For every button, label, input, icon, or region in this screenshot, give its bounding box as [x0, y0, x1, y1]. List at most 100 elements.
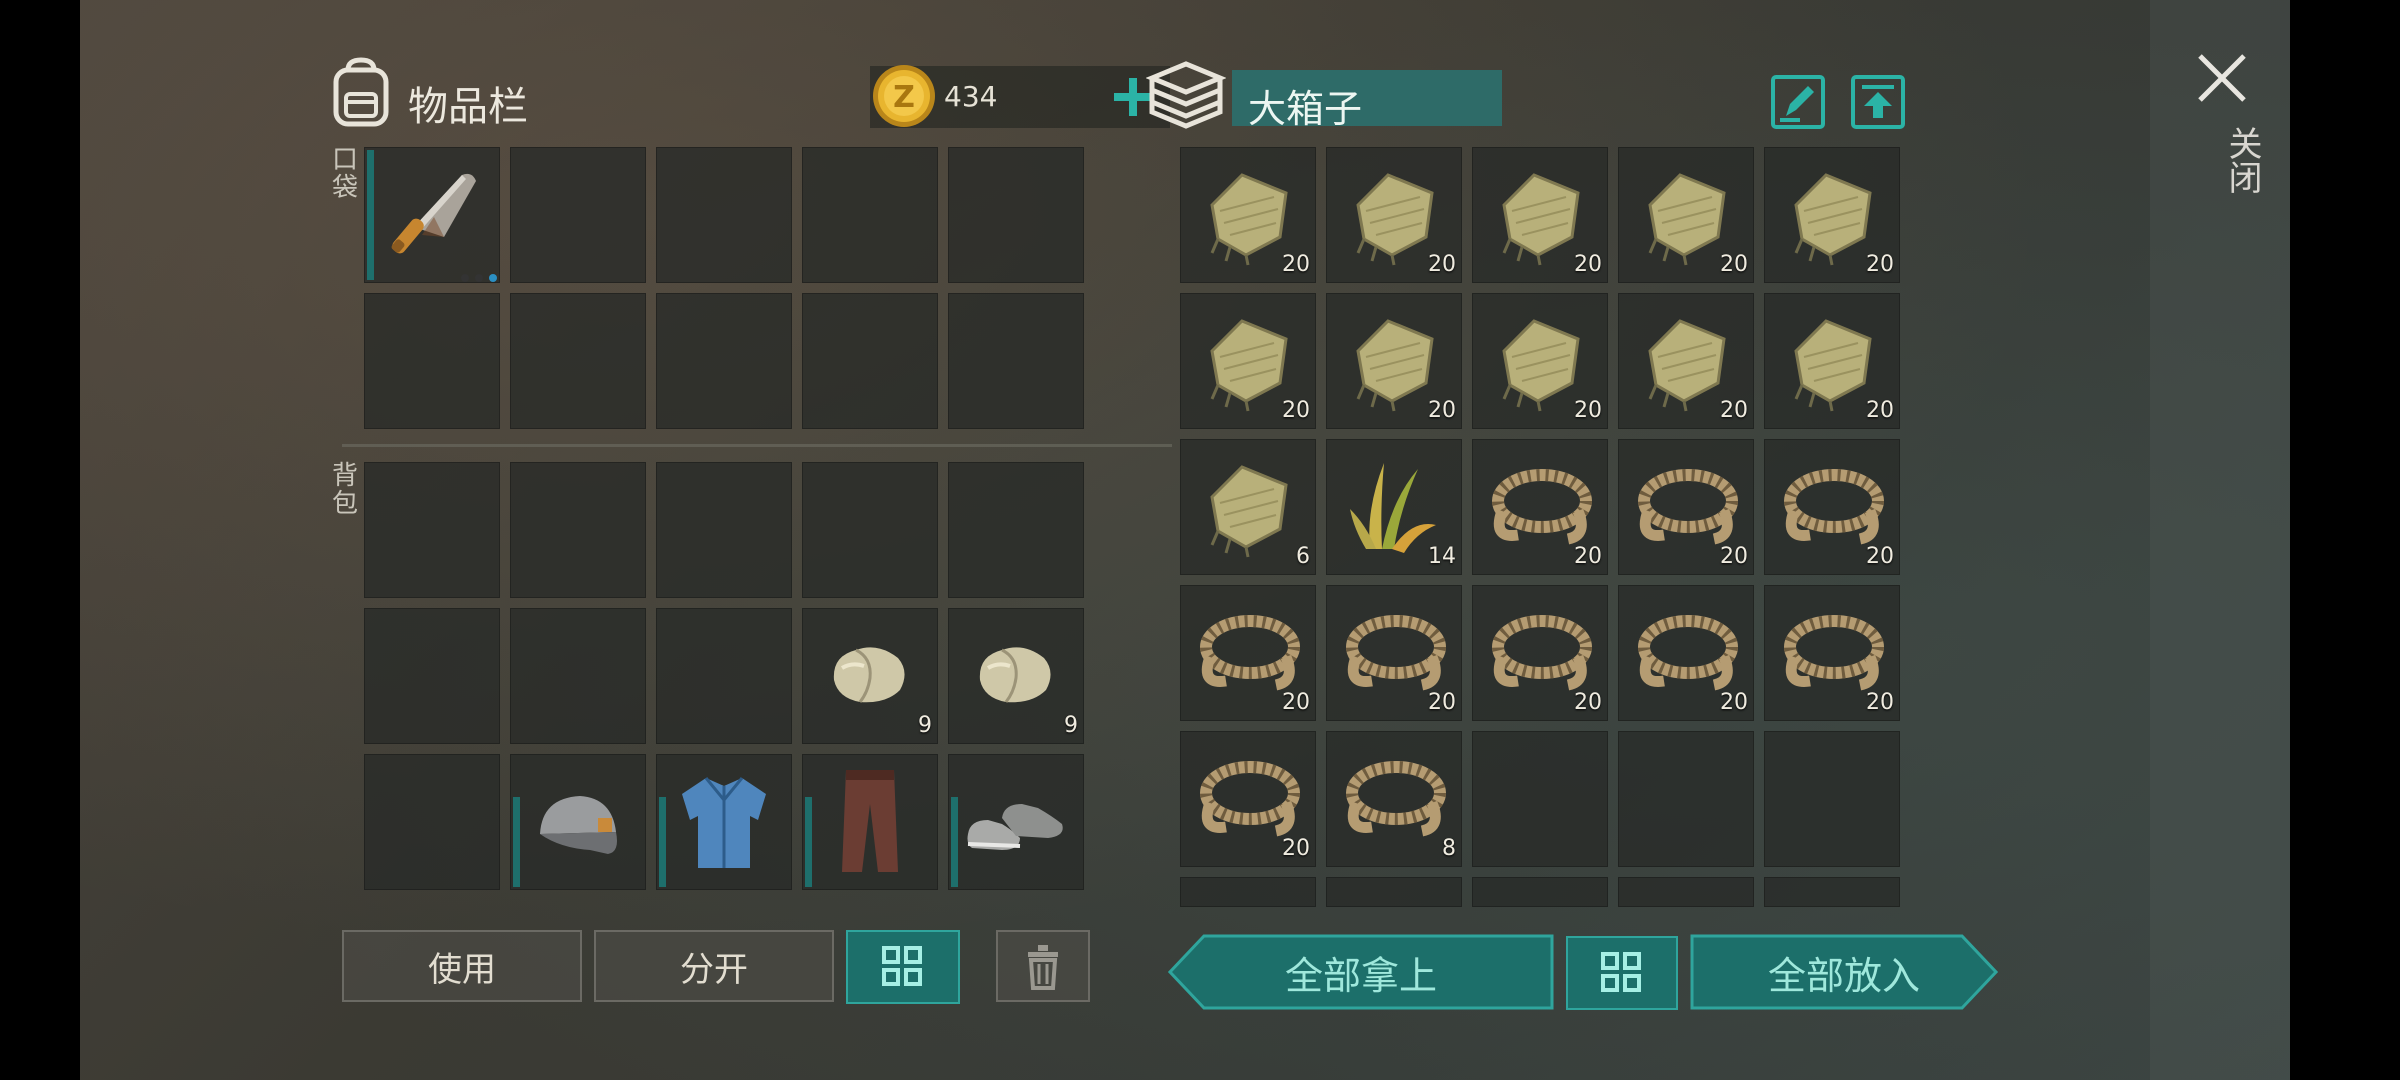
container-slot[interactable]: 20: [1764, 585, 1900, 721]
item-count: 20: [1574, 252, 1602, 277]
item-count: 20: [1720, 544, 1748, 569]
pocket-slot[interactable]: [510, 147, 646, 283]
container-slot[interactable]: 20: [1472, 585, 1608, 721]
backpack-icon: [326, 56, 396, 128]
container-slot[interactable]: 20: [1764, 293, 1900, 429]
container-slot[interactable]: [1472, 731, 1608, 867]
container-title-field[interactable]: 大箱子: [1232, 70, 1502, 131]
equipment-slot[interactable]: [364, 754, 500, 890]
backpack-slot[interactable]: [802, 462, 938, 598]
item-count: 14: [1428, 544, 1456, 569]
split-button[interactable]: 分开: [594, 930, 834, 1002]
container-slot[interactable]: [1764, 731, 1900, 867]
container-slot[interactable]: 20: [1326, 147, 1462, 283]
backpack-slot[interactable]: [656, 608, 792, 744]
item-count: 20: [1282, 836, 1310, 861]
container-slot[interactable]: 20: [1764, 147, 1900, 283]
container-slot[interactable]: 14: [1326, 439, 1462, 575]
item-count: 20: [1866, 398, 1894, 423]
cap-icon: [540, 796, 617, 854]
pocket-slot[interactable]: [802, 293, 938, 429]
rope-icon: [1346, 761, 1446, 837]
pocket-slot[interactable]: [510, 293, 646, 429]
backpack-slot[interactable]: [656, 462, 792, 598]
equipment-slot[interactable]: [802, 754, 938, 890]
container-slot[interactable]: [1618, 731, 1754, 867]
equipment-slot[interactable]: [656, 754, 792, 890]
container-slot[interactable]: [1472, 877, 1608, 907]
pocket-slot[interactable]: [364, 147, 500, 283]
item-count: 9: [1064, 713, 1078, 738]
container-slot[interactable]: 20: [1472, 293, 1608, 429]
shirt-icon: [682, 777, 766, 868]
take-all-button[interactable]: 全部拿上: [1168, 934, 1554, 1010]
backpack-slot[interactable]: [364, 462, 500, 598]
item-count: 20: [1574, 690, 1602, 715]
durability-bar: [951, 797, 958, 887]
item-count: 8: [1442, 836, 1456, 861]
container-slot[interactable]: 20: [1472, 439, 1608, 575]
item-count: 20: [1282, 690, 1310, 715]
container-slot[interactable]: 8: [1326, 731, 1462, 867]
item-count: 20: [1720, 398, 1748, 423]
container-title: 大箱子: [1248, 87, 1363, 131]
pocket-slot[interactable]: [802, 147, 938, 283]
container-slot[interactable]: 20: [1618, 293, 1754, 429]
container-slot[interactable]: [1618, 877, 1754, 907]
rename-button[interactable]: [1770, 74, 1826, 130]
container-slot[interactable]: 20: [1764, 439, 1900, 575]
container-slot[interactable]: 20: [1180, 147, 1316, 283]
backpack-slot[interactable]: 9: [948, 608, 1084, 744]
close-icon: [2198, 54, 2246, 102]
stone-icon: [979, 647, 1051, 703]
container-slot[interactable]: 20: [1472, 147, 1608, 283]
container-slot[interactable]: 6: [1180, 439, 1316, 575]
durability-bar: [513, 797, 520, 887]
close-button[interactable]: [2196, 52, 2248, 104]
use-button[interactable]: 使用: [342, 930, 582, 1002]
container-slot[interactable]: 20: [1618, 439, 1754, 575]
svg-text:Z: Z: [893, 80, 915, 115]
backpack-slot[interactable]: [364, 608, 500, 744]
container-slot[interactable]: 20: [1326, 585, 1462, 721]
item-count: 20: [1428, 398, 1456, 423]
durability-bar: [805, 797, 812, 887]
item-count: 6: [1296, 544, 1310, 569]
container-slot[interactable]: 20: [1180, 585, 1316, 721]
backpack-slot[interactable]: 9: [802, 608, 938, 744]
equipment-slot[interactable]: [948, 754, 1084, 890]
container-slot[interactable]: 20: [1180, 293, 1316, 429]
charge-indicator: [450, 263, 497, 282]
container-slot[interactable]: 20: [1326, 293, 1462, 429]
backpack-label: 背包: [332, 461, 359, 519]
pocket-slot[interactable]: [656, 147, 792, 283]
cleaver-icon: [391, 173, 476, 254]
container-slot[interactable]: 20: [1618, 147, 1754, 283]
inventory-title: 物品栏: [408, 84, 528, 130]
container-slot[interactable]: 20: [1618, 585, 1754, 721]
grid-sort-icon: [882, 946, 922, 986]
backpack-slot[interactable]: [510, 608, 646, 744]
sort-inventory-button[interactable]: [846, 930, 960, 1004]
container-slot[interactable]: 20: [1180, 731, 1316, 867]
container-slot[interactable]: [1180, 877, 1316, 907]
durability-bar: [659, 797, 666, 887]
sort-container-button[interactable]: [1566, 936, 1678, 1010]
close-label: 关闭: [2222, 126, 2262, 194]
crate-icon: [1145, 58, 1227, 130]
game-screen: 物品栏 Z 434 口袋 背包 9 9 使用 分开 大箱子 20 20 20 2…: [80, 0, 2290, 1080]
pocket-slot[interactable]: [656, 293, 792, 429]
put-all-button[interactable]: 全部放入: [1690, 934, 1998, 1010]
trash-button[interactable]: [996, 930, 1090, 1002]
pocket-slot[interactable]: [948, 293, 1084, 429]
item-count: 20: [1866, 544, 1894, 569]
pocket-slot[interactable]: [948, 147, 1084, 283]
pocket-slot[interactable]: [364, 293, 500, 429]
container-slot[interactable]: [1764, 877, 1900, 907]
container-slot[interactable]: [1326, 877, 1462, 907]
backpack-slot[interactable]: [510, 462, 646, 598]
upload-button[interactable]: [1850, 74, 1906, 130]
item-count: 20: [1282, 252, 1310, 277]
equipment-slot[interactable]: [510, 754, 646, 890]
backpack-slot[interactable]: [948, 462, 1084, 598]
